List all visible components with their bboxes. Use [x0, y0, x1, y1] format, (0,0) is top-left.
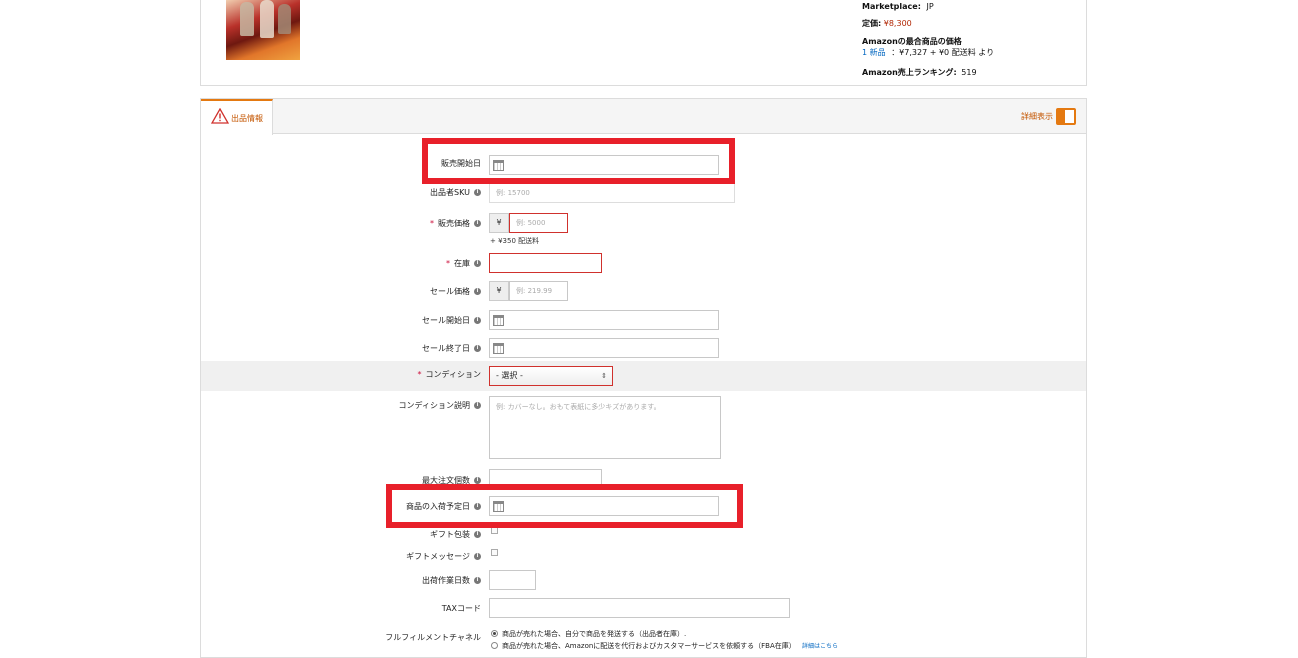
fulfillment-row: フルフィルメントチャネル 商品が売れた場合、自分で商品を発送する（出品者在庫）.…	[201, 627, 1086, 655]
tab-offer-info-label: 出品情報	[231, 114, 263, 123]
list-price-line: 定価: ¥8,300	[862, 19, 912, 28]
calendar-icon[interactable]	[493, 343, 504, 354]
sale-price-row: セール価格 i ¥ 例: 219.99	[201, 281, 1086, 303]
price-input[interactable]: 例: 5000	[509, 213, 568, 233]
gift-wrap-row: ギフト包装 i	[201, 526, 1086, 542]
sku-label: 出品者SKU i	[430, 187, 481, 198]
fulfillment-label: フルフィルメントチャネル	[385, 633, 481, 642]
fulfillment-fba-label: 商品が売れた場合、Amazonに配送を代行およびカスタマーサービスを依頼する（F…	[502, 642, 839, 650]
quantity-row: * 在庫 i	[201, 253, 1086, 275]
gift-wrap-label: ギフト包装 i	[430, 529, 481, 540]
gift-wrap-checkbox[interactable]	[491, 527, 498, 534]
tab-bar: 出品情報 詳細表示	[201, 99, 1086, 135]
info-icon[interactable]: i	[474, 317, 481, 324]
condition-note-textarea[interactable]: 例: カバーなし。おもて表紙に多少キズがあります。	[489, 396, 721, 459]
highlight-release-date	[422, 138, 735, 184]
sale-start-row: セール開始日 i	[201, 310, 1086, 332]
shipping-fee-note: + ¥350 配送料	[490, 237, 540, 245]
lowest-price-title: Amazonの最合商品の価格	[862, 37, 962, 46]
tab-offer-info[interactable]: 出品情報	[201, 99, 273, 135]
info-icon[interactable]: i	[474, 577, 481, 584]
tax-code-label: TAXコード	[441, 604, 481, 613]
calendar-icon[interactable]	[493, 315, 504, 326]
tax-code-input[interactable]	[489, 598, 790, 618]
sale-price-input[interactable]: 例: 219.99	[509, 281, 568, 301]
info-icon[interactable]: i	[474, 260, 481, 267]
price-label: * 販売価格 i	[430, 218, 481, 229]
info-icon[interactable]: i	[474, 345, 481, 352]
condition-note-row: コンディション説明 i 例: カバーなし。おもて表紙に多少キズがあります。	[201, 396, 1086, 460]
currency-symbol: ¥	[489, 281, 509, 301]
gift-message-label: ギフトメッセージ i	[406, 551, 481, 562]
condition-row: * コンディション - 選択 - ⇕	[201, 361, 1086, 391]
offer-line: 1 新品 ：¥7,327 + ¥0 配送料 より	[862, 48, 995, 57]
quantity-input[interactable]	[489, 253, 602, 273]
condition-select[interactable]: - 選択 - ⇕	[489, 366, 613, 386]
warning-icon	[211, 108, 229, 124]
detail-view-toggle[interactable]: 詳細表示	[1021, 108, 1076, 125]
sku-input[interactable]: 例: 15700	[489, 183, 735, 203]
fulfillment-merchant-radio[interactable]	[491, 630, 498, 637]
gift-message-checkbox[interactable]	[491, 549, 498, 556]
tax-code-row: TAXコード	[201, 598, 1086, 620]
sale-start-input[interactable]	[489, 310, 719, 330]
sale-start-label: セール開始日 i	[422, 315, 481, 326]
info-icon[interactable]: i	[474, 288, 481, 295]
highlight-restock-date	[386, 484, 743, 528]
info-icon[interactable]: i	[474, 220, 481, 227]
handling-time-row: 出荷作業日数 i	[201, 570, 1086, 592]
sale-end-input[interactable]	[489, 338, 719, 358]
price-row: * 販売価格 i ¥ 例: 5000 + ¥350 配送料	[201, 212, 1086, 246]
sale-end-label: セール終了日 i	[422, 343, 481, 354]
offer-count-link[interactable]: 1 新品	[862, 48, 886, 57]
quantity-label: * 在庫 i	[446, 258, 481, 269]
sale-end-row: セール終了日 i	[201, 338, 1086, 360]
sales-rank-line: Amazon売上ランキング: 519	[862, 68, 977, 77]
info-icon[interactable]: i	[474, 477, 481, 484]
sale-price-label: セール価格 i	[430, 286, 481, 297]
handling-time-input[interactable]	[489, 570, 536, 590]
fulfillment-merchant-label: 商品が売れた場合、自分で商品を発送する（出品者在庫）.	[502, 630, 687, 638]
gift-message-row: ギフトメッセージ i	[201, 548, 1086, 564]
detail-view-label: 詳細表示	[1021, 112, 1053, 121]
toggle-switch-icon[interactable]	[1056, 108, 1076, 125]
product-image	[226, 0, 300, 60]
learn-more-link[interactable]: 詳細はこちら	[802, 643, 838, 650]
sku-row: 出品者SKU i 例: 15700	[201, 183, 1086, 205]
info-icon[interactable]: i	[474, 402, 481, 409]
product-summary-panel: Marketplace: JP 定価: ¥8,300 Amazonの最合商品の価…	[200, 0, 1087, 86]
condition-label: * コンディション	[417, 370, 481, 379]
currency-symbol: ¥	[489, 213, 509, 233]
select-arrow-icon: ⇕	[601, 372, 607, 380]
info-icon[interactable]: i	[474, 531, 481, 538]
handling-time-label: 出荷作業日数 i	[422, 575, 481, 586]
info-icon[interactable]: i	[474, 189, 481, 196]
info-icon[interactable]: i	[474, 553, 481, 560]
condition-note-label: コンディション説明 i	[399, 400, 481, 411]
marketplace-line: Marketplace: JP	[862, 2, 934, 11]
